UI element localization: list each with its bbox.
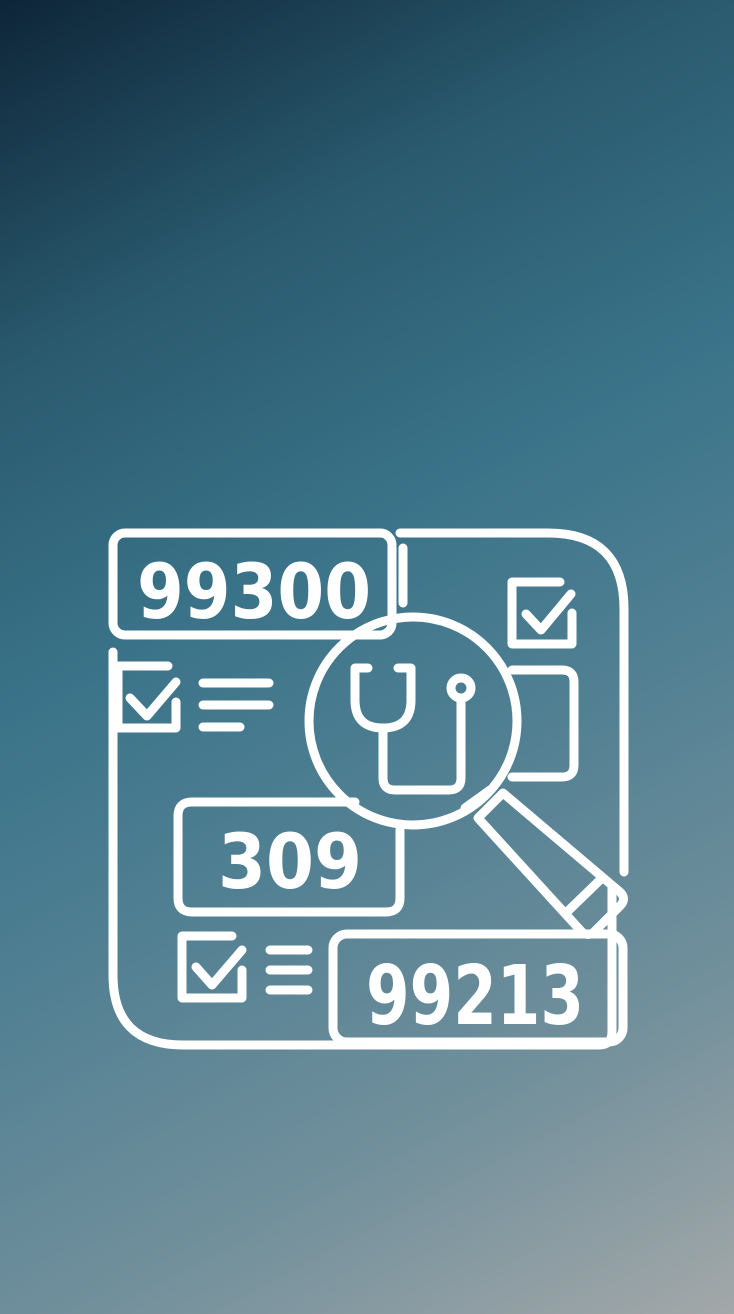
code-309: 309: [218, 817, 362, 906]
checkbox-icon: [177, 931, 247, 1003]
checkbox-icon: [113, 661, 181, 733]
text-lines-icon: [265, 945, 313, 995]
medical-coding-illustration: 99300 309 99213: [108, 528, 629, 1050]
code-box-top: 99300: [108, 528, 408, 640]
code-99213: 99213: [366, 949, 584, 1044]
text-lines-icon: [198, 678, 274, 732]
code-box-bottom: 99213: [328, 929, 628, 1047]
checkbox-icon: [507, 577, 577, 649]
code-99300: 99300: [137, 547, 371, 636]
magnifier-handle: [473, 788, 628, 939]
stethoscope-icon: [350, 663, 476, 795]
